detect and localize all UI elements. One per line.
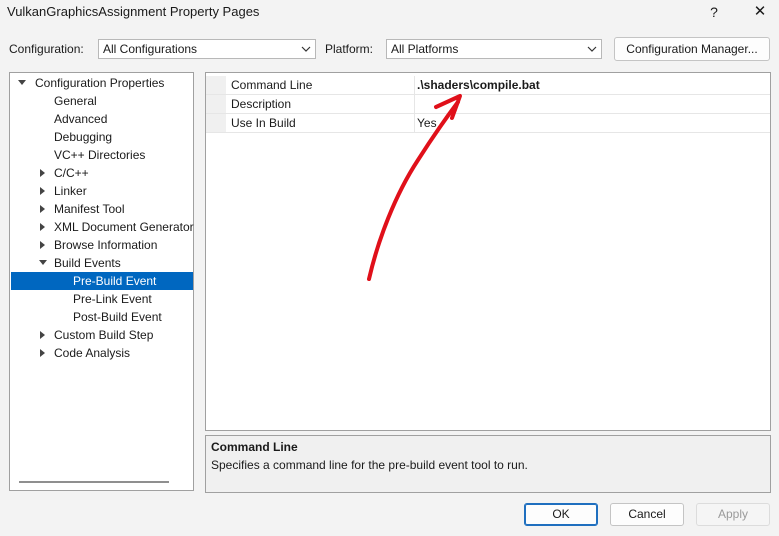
- tree-item-cpp[interactable]: C/C++: [10, 164, 193, 182]
- tree-item-vc-directories[interactable]: VC++ Directories: [54, 146, 145, 164]
- tree-item-manifest-tool[interactable]: Manifest Tool: [10, 200, 193, 218]
- row-gutter: [206, 114, 226, 132]
- description-panel: Command Line Specifies a command line fo…: [205, 435, 771, 493]
- property-name: Use In Build: [231, 116, 296, 130]
- tree-item-label: Manifest Tool: [54, 202, 125, 216]
- tree-item-custom-build-step[interactable]: Custom Build Step: [10, 326, 193, 344]
- platform-select[interactable]: All Platforms: [386, 39, 602, 59]
- tree-item-label: Pre-Build Event: [73, 274, 157, 288]
- column-divider: [414, 76, 415, 94]
- property-row-description[interactable]: Description: [206, 95, 770, 114]
- platform-value: All Platforms: [391, 42, 459, 56]
- tree-item-label: XML Document Generator: [54, 220, 194, 234]
- close-button[interactable]: ✕: [746, 0, 774, 24]
- expand-icon: [40, 187, 45, 195]
- tree-item-label: Browse Information: [54, 238, 158, 252]
- tree-root-label: Configuration Properties: [35, 76, 165, 90]
- collapse-icon: [39, 260, 47, 265]
- tree-item-browse-information[interactable]: Browse Information: [10, 236, 193, 254]
- apply-button[interactable]: Apply: [696, 503, 770, 526]
- tree-root[interactable]: Configuration Properties: [10, 74, 193, 92]
- tree-item-advanced[interactable]: Advanced: [54, 110, 107, 128]
- tree-item-label: Code Analysis: [54, 346, 131, 360]
- tree-item-label: Build Events: [54, 256, 121, 270]
- tree-item-label: Custom Build Step: [54, 328, 154, 342]
- property-name: Description: [231, 97, 292, 111]
- row-gutter: [206, 95, 226, 113]
- tree-item-debugging[interactable]: Debugging: [54, 128, 112, 146]
- configuration-value: All Configurations: [103, 42, 198, 56]
- expand-icon: [40, 349, 45, 357]
- tree-item-general[interactable]: General: [54, 92, 97, 110]
- tree-item-pre-link-event[interactable]: Pre-Link Event: [73, 290, 152, 308]
- chevron-down-icon: [301, 46, 311, 52]
- property-grid: Command Line .\shaders\compile.bat Descr…: [205, 72, 771, 431]
- tree-item-pre-build-event[interactable]: Pre-Build Event: [11, 272, 193, 290]
- expand-icon: [40, 223, 45, 231]
- tree-item-code-analysis[interactable]: Code Analysis: [10, 344, 193, 362]
- tree-item-xml-document-generator[interactable]: XML Document Generator: [10, 218, 194, 236]
- category-tree: Configuration Properties General Advance…: [9, 72, 194, 491]
- row-gutter: [206, 76, 226, 94]
- chevron-down-icon: [587, 46, 597, 52]
- tree-horizontal-scrollbar[interactable]: [19, 481, 169, 483]
- property-value[interactable]: Yes: [417, 116, 437, 130]
- column-divider: [414, 114, 415, 132]
- window-title: VulkanGraphicsAssignment Property Pages: [7, 4, 260, 19]
- tree-item-label: C/C++: [54, 166, 89, 180]
- tree-item-label: Linker: [54, 184, 87, 198]
- property-row-command-line[interactable]: Command Line .\shaders\compile.bat: [206, 76, 770, 95]
- collapse-icon: [18, 80, 26, 85]
- ok-button[interactable]: OK: [524, 503, 598, 526]
- expand-icon: [40, 331, 45, 339]
- description-text: Specifies a command line for the pre-bui…: [211, 458, 528, 472]
- column-divider: [414, 95, 415, 113]
- configuration-label: Configuration:: [9, 42, 84, 56]
- expand-icon: [40, 241, 45, 249]
- cancel-button[interactable]: Cancel: [610, 503, 684, 526]
- tree-item-linker[interactable]: Linker: [10, 182, 193, 200]
- tree-item-post-build-event[interactable]: Post-Build Event: [73, 308, 162, 326]
- configuration-manager-button[interactable]: Configuration Manager...: [614, 37, 770, 61]
- description-title: Command Line: [211, 440, 298, 454]
- property-row-use-in-build[interactable]: Use In Build Yes: [206, 114, 770, 133]
- tree-item-build-events[interactable]: Build Events: [10, 254, 193, 272]
- property-value[interactable]: .\shaders\compile.bat: [417, 78, 540, 92]
- configuration-select[interactable]: All Configurations: [98, 39, 316, 59]
- help-button[interactable]: ?: [700, 0, 728, 24]
- property-name: Command Line: [231, 78, 313, 92]
- expand-icon: [40, 169, 45, 177]
- platform-label: Platform:: [325, 42, 374, 56]
- expand-icon: [40, 205, 45, 213]
